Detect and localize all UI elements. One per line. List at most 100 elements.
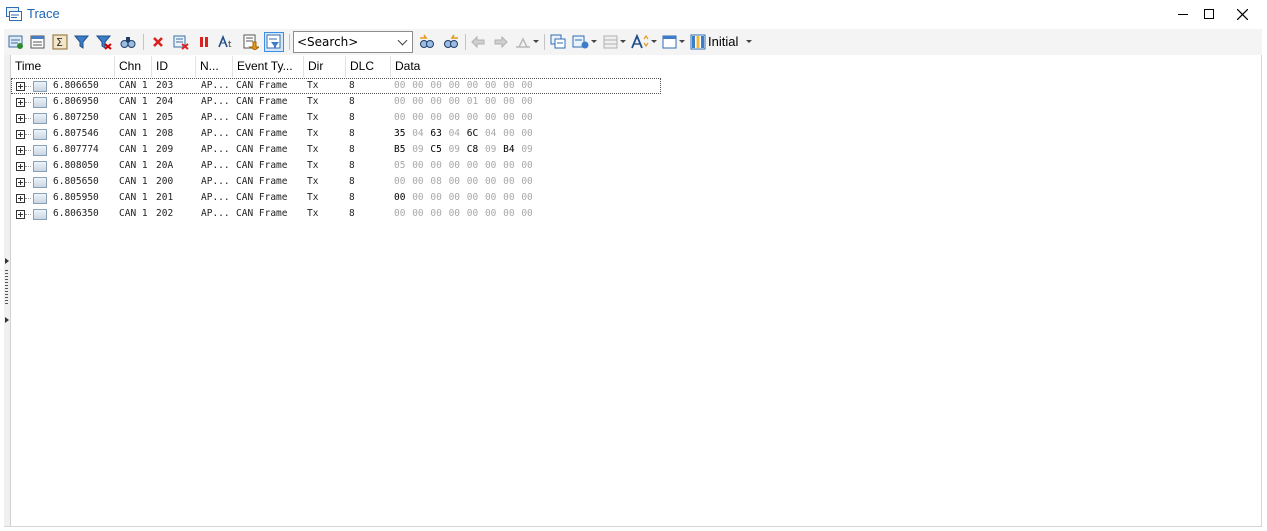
delete-rows-icon[interactable]	[171, 32, 191, 52]
chevron-down-icon[interactable]	[679, 40, 685, 43]
font-size-icon[interactable]	[630, 32, 650, 52]
filter-remove-icon[interactable]	[94, 32, 114, 52]
pause-icon[interactable]	[194, 32, 214, 52]
chevron-down-icon[interactable]	[533, 40, 539, 43]
data-byte: C5	[430, 144, 442, 155]
chevron-down-icon[interactable]	[620, 40, 626, 43]
expand-plus-icon[interactable]	[16, 210, 25, 219]
cell-dir: Tx	[307, 112, 319, 123]
cell-name: AP...	[201, 160, 230, 171]
cell-dir: Tx	[307, 192, 319, 203]
data-byte: 00	[412, 96, 424, 107]
column-header-id[interactable]: ID	[152, 56, 196, 77]
expand-plus-icon[interactable]	[16, 146, 25, 155]
autoscroll-icon[interactable]	[241, 32, 261, 52]
arrow-right-icon[interactable]	[491, 32, 511, 52]
table-row[interactable]: 6.808050 CAN 1 20A AP... CAN Frame Tx 8 05 00 00 0…	[11, 158, 661, 174]
can-message-icon	[33, 113, 47, 124]
data-byte: 00	[521, 176, 533, 187]
clear-icon[interactable]	[148, 32, 168, 52]
toolbar-separator	[544, 34, 545, 50]
cell-dir: Tx	[307, 144, 319, 155]
column-header-time[interactable]: Time	[11, 56, 115, 77]
window-options-icon[interactable]	[660, 32, 680, 52]
table-row[interactable]: 6.807774 CAN 1 209 AP... CAN Frame Tx 8 B5 09 C5 0…	[11, 142, 661, 158]
column-header-dlc[interactable]: DLC	[346, 56, 391, 77]
cell-dlc: 8	[349, 80, 355, 91]
copy-window-icon[interactable]	[548, 32, 568, 52]
tree-connector	[25, 166, 31, 167]
expand-plus-icon[interactable]	[16, 178, 25, 187]
cell-dir: Tx	[307, 80, 319, 91]
maximize-button[interactable]	[1199, 5, 1219, 23]
data-byte: C8	[466, 144, 479, 155]
search-previous-icon[interactable]	[417, 32, 437, 52]
data-byte: 09	[484, 144, 497, 155]
table-row[interactable]: 6.806350 CAN 1 202 AP... CAN Frame Tx 8 00 00 00 0…	[11, 206, 661, 222]
filter-icon[interactable]	[72, 32, 92, 52]
detail-view-toggle-icon[interactable]	[264, 32, 284, 52]
marker-icon[interactable]	[513, 32, 533, 52]
table-row[interactable]: 6.807250 CAN 1 205 AP... CAN Frame Tx 8 00 00 00 0…	[11, 110, 661, 126]
window-title: Trace	[27, 6, 60, 21]
cell-time: 6.806350	[53, 208, 99, 219]
time-mode-icon[interactable]: t	[217, 32, 237, 52]
find-icon[interactable]	[118, 32, 138, 52]
new-filter-icon[interactable]	[6, 32, 26, 52]
cell-dir: Tx	[307, 128, 319, 139]
data-byte: 00	[394, 80, 406, 91]
expand-plus-icon[interactable]	[16, 130, 25, 139]
minimize-button[interactable]	[1173, 5, 1193, 23]
layout-selector-label[interactable]: Initial	[708, 34, 738, 49]
search-input[interactable]: <Search>	[293, 31, 413, 53]
expand-plus-icon[interactable]	[16, 162, 25, 171]
layout-icon[interactable]	[601, 32, 621, 52]
data-byte: 00	[412, 80, 424, 91]
sum-icon[interactable]: Σ	[50, 32, 70, 52]
data-byte: 00	[448, 192, 461, 203]
expand-plus-icon[interactable]	[16, 114, 25, 123]
expand-arrow-icon[interactable]	[5, 317, 9, 323]
cell-chn: CAN 1	[119, 160, 148, 171]
table-row[interactable]: 6.806950 CAN 1 204 AP... CAN Frame Tx 8 00 00 00 0…	[11, 94, 661, 110]
data-byte: 00	[448, 80, 461, 91]
column-header-event-type[interactable]: Event Ty...	[233, 56, 304, 77]
column-config-icon[interactable]	[28, 32, 48, 52]
data-byte: 00	[484, 176, 497, 187]
column-header-data[interactable]: Data	[391, 56, 1259, 77]
search-next-icon[interactable]	[441, 32, 461, 52]
export-icon[interactable]	[571, 32, 591, 52]
expand-plus-icon[interactable]	[16, 98, 25, 107]
data-byte: 00	[466, 208, 479, 219]
cell-chn: CAN 1	[119, 96, 148, 107]
data-byte: 00	[448, 160, 461, 171]
cell-chn: CAN 1	[119, 208, 148, 219]
data-byte: 00	[430, 160, 442, 171]
data-byte: 00	[521, 160, 533, 171]
title-bar: Trace	[0, 0, 1267, 29]
columns-layout-icon[interactable]	[688, 32, 708, 52]
arrow-left-icon[interactable]	[468, 32, 488, 52]
chevron-down-icon[interactable]	[591, 40, 597, 43]
can-message-icon	[33, 209, 47, 220]
chevron-down-icon[interactable]	[746, 40, 752, 43]
cell-name: AP...	[201, 192, 230, 203]
chevron-down-icon[interactable]	[651, 40, 657, 43]
table-row[interactable]: 6.807546 CAN 1 208 AP... CAN Frame Tx 8 35 04 63 0…	[11, 126, 661, 142]
can-message-icon	[33, 161, 47, 172]
column-header-name[interactable]: N...	[196, 56, 233, 77]
cell-data: 00 00 00 00 00 00 00 00	[394, 206, 540, 222]
cell-id: 204	[156, 96, 174, 107]
expand-plus-icon[interactable]	[16, 194, 25, 203]
cell-name: AP...	[201, 176, 230, 187]
table-row[interactable]: 6.806650 CAN 1 203 AP... CAN Frame Tx 8 00 00 00 0…	[11, 78, 661, 94]
expand-arrow-icon[interactable]	[5, 258, 9, 264]
cell-dlc: 8	[349, 192, 355, 203]
table-row[interactable]: 6.805950 CAN 1 201 AP... CAN Frame Tx 8 00 00 00 0…	[11, 190, 661, 206]
column-header-dir[interactable]: Dir	[304, 56, 346, 77]
expand-plus-icon[interactable]	[16, 82, 25, 91]
splitter-grip-icon[interactable]	[5, 270, 8, 306]
close-button[interactable]	[1232, 5, 1252, 23]
table-row[interactable]: 6.805650 CAN 1 200 AP... CAN Frame Tx 8 00 00 08 0…	[11, 174, 661, 190]
column-header-chn[interactable]: Chn	[115, 56, 152, 77]
